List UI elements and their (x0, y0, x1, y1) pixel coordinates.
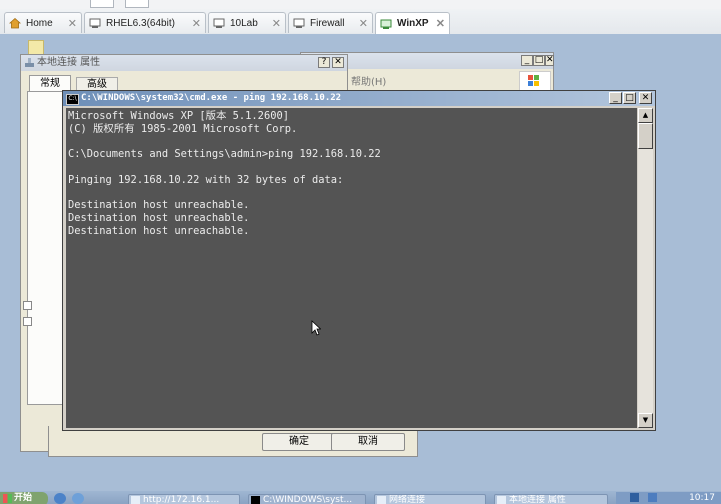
network-icon (497, 496, 506, 504)
ie-icon (131, 496, 140, 504)
browser-tab-strip: Home ✕ RHEL6.3(64bit) ✕ 10Lab ✕ Firewall… (0, 0, 721, 35)
close-button[interactable]: ✕ (639, 92, 652, 104)
console-output[interactable]: Microsoft Windows XP [版本 5.1.2600] (C) 版… (66, 108, 637, 428)
task-label: http://172.16.1... (143, 495, 220, 504)
task-browser[interactable]: http://172.16.1... (128, 494, 240, 504)
start-button[interactable]: 开始 (0, 492, 48, 504)
tab-label: 10Lab (230, 17, 258, 29)
vm-icon (293, 17, 305, 29)
tab-10lab[interactable]: 10Lab ✕ (208, 12, 286, 33)
window-control[interactable] (90, 0, 114, 8)
vertical-scrollbar[interactable]: ▲ ▼ (638, 108, 653, 428)
task-label: C:\WINDOWS\syst... (263, 495, 353, 504)
start-label: 开始 (14, 493, 33, 503)
minimize-button[interactable]: _ (521, 55, 533, 66)
close-button[interactable]: ✕ (332, 57, 344, 68)
vm-icon (213, 17, 225, 29)
tab-label: Firewall (310, 17, 345, 29)
minimize-button[interactable]: _ (609, 92, 622, 104)
cmd-title: C:\WINDOWS\system32\cmd.exe - ping 192.1… (81, 93, 342, 103)
tab-winxp[interactable]: WinXP ✕ (375, 12, 450, 34)
cmd-icon[interactable]: C:\ (66, 94, 79, 105)
maximize-button[interactable]: □ (533, 55, 545, 66)
network-icon (24, 57, 35, 71)
tab-label: RHEL6.3(64bit) (106, 17, 175, 29)
cancel-button[interactable]: 取消 (331, 433, 405, 451)
close-icon[interactable]: ✕ (68, 17, 77, 30)
vm-icon (89, 17, 101, 29)
ie-icon[interactable] (54, 493, 66, 504)
scroll-thumb[interactable] (638, 123, 653, 149)
taskbar: 开始 http://172.16.1... C:\WINDOWS\syst...… (0, 491, 721, 504)
close-button[interactable]: ✕ (545, 55, 554, 66)
window-control[interactable] (125, 0, 149, 8)
tray-icon[interactable] (630, 493, 639, 502)
mouse-cursor-icon (311, 320, 322, 339)
help-button[interactable]: ? (318, 57, 330, 68)
maximize-button[interactable]: □ (623, 92, 636, 104)
home-icon (8, 17, 22, 29)
vm-icon (380, 18, 392, 30)
tab-home[interactable]: Home ✕ (4, 12, 82, 33)
close-icon[interactable]: ✕ (272, 17, 281, 30)
task-label: 网络连接 (389, 495, 426, 504)
console-line: C:\Documents and Settings\admin>ping 192… (68, 148, 381, 160)
checkbox[interactable] (23, 317, 32, 326)
dialog-title: 本地连接 属性 (37, 57, 101, 68)
checkbox[interactable] (23, 301, 32, 310)
scroll-up-button[interactable]: ▲ (638, 108, 653, 123)
clock[interactable]: 10:17 (689, 493, 715, 503)
cmd-icon (251, 496, 260, 504)
tab-label: Home (26, 17, 53, 29)
tab-firewall[interactable]: Firewall ✕ (288, 12, 373, 33)
console-line: Destination host unreachable. (68, 225, 250, 237)
console-line: Microsoft Windows XP [版本 5.1.2600] (68, 110, 289, 122)
close-icon[interactable]: ✕ (192, 17, 201, 30)
task-cmd[interactable]: C:\WINDOWS\syst... (248, 494, 366, 504)
tray-icon[interactable] (648, 493, 657, 502)
task-properties[interactable]: 本地连接 属性 (494, 494, 608, 504)
task-network-connections[interactable]: 网络连接 (374, 494, 486, 504)
console-line: (C) 版权所有 1985-2001 Microsoft Corp. (68, 123, 298, 135)
scroll-down-button[interactable]: ▼ (638, 413, 653, 428)
console-line: Pinging 192.168.10.22 with 32 bytes of d… (68, 174, 344, 186)
console-line: Destination host unreachable. (68, 199, 250, 211)
system-tray: 10:17 (616, 492, 721, 504)
network-icon (377, 496, 386, 504)
task-label: 本地连接 属性 (509, 495, 566, 504)
tab-rhel[interactable]: RHEL6.3(64bit) ✕ (84, 12, 206, 33)
quicklaunch-icon[interactable] (72, 493, 84, 504)
console-line: Destination host unreachable. (68, 212, 250, 224)
close-icon[interactable]: ✕ (359, 17, 368, 30)
cmd-window[interactable]: C:\WINDOWS\system32\cmd.exe - ping 192.1… (62, 90, 656, 431)
cmd-titlebar[interactable]: C:\WINDOWS\system32\cmd.exe - ping 192.1… (63, 91, 655, 106)
close-icon[interactable]: ✕ (436, 17, 445, 30)
tab-label: WinXP (397, 18, 429, 29)
ok-button[interactable]: 确定 (262, 433, 336, 451)
windows-flag-icon (3, 494, 12, 503)
